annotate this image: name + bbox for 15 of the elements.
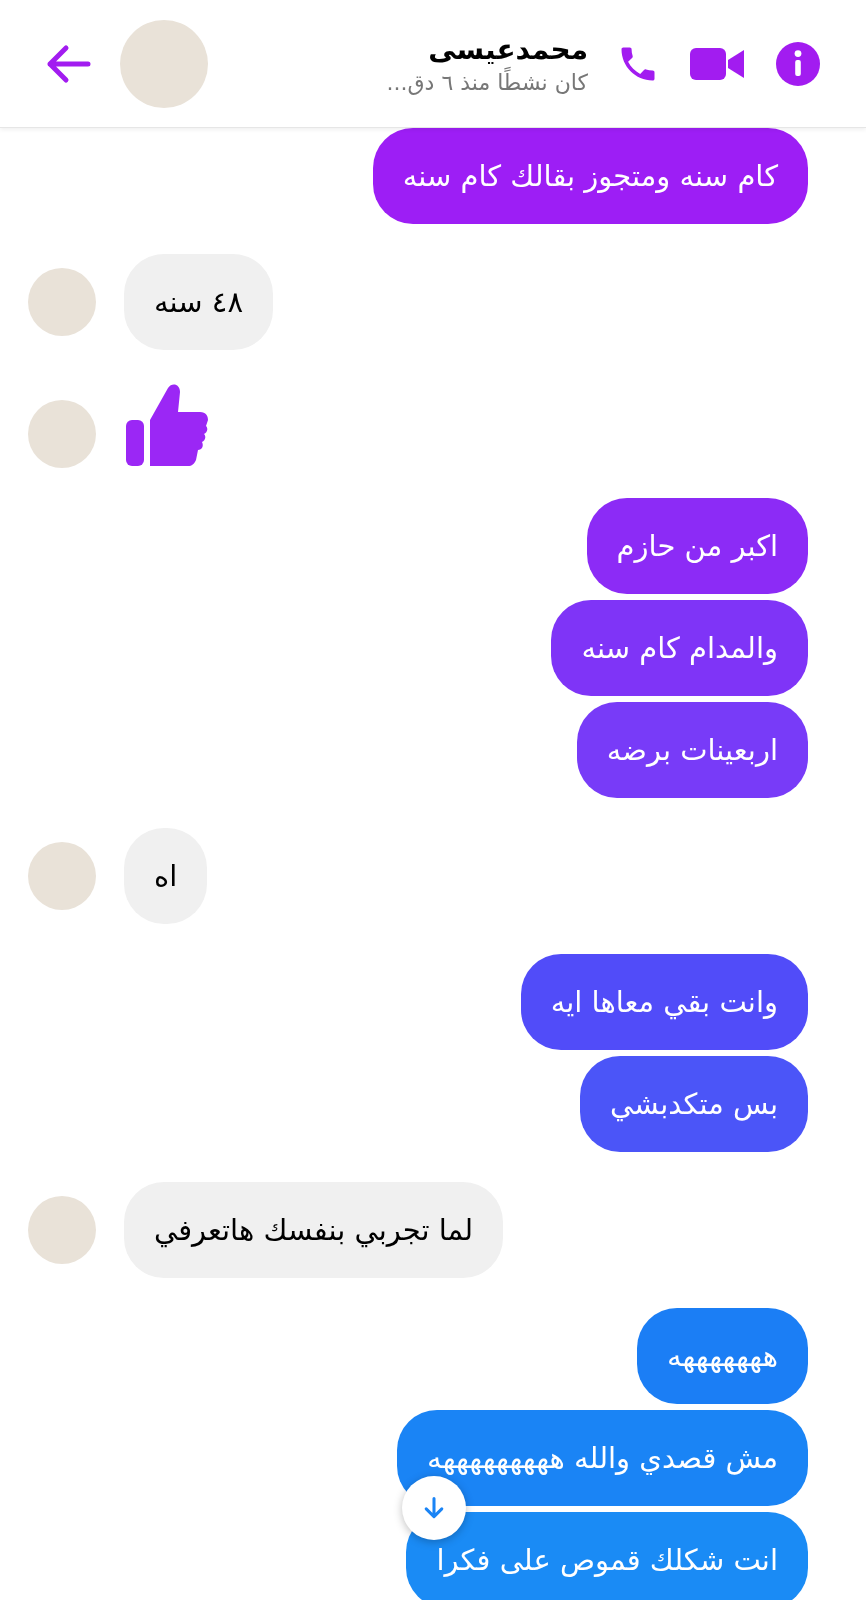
- info-icon[interactable]: [774, 39, 822, 88]
- sent-message[interactable]: اكبر من حازم: [586, 498, 808, 594]
- received-message[interactable]: اه: [124, 828, 208, 924]
- sent-message[interactable]: مش قصدي والله هههههههههه: [397, 1410, 808, 1506]
- sent-message[interactable]: انت شكلك قموص على فكرا: [406, 1512, 808, 1600]
- sent-message[interactable]: هههههههه: [636, 1308, 808, 1404]
- received-message[interactable]: ٤٨ سنه: [124, 254, 273, 350]
- sent-message[interactable]: وانت بقي معاها ايه: [520, 954, 808, 1050]
- sent-message[interactable]: والمدام كام سنه: [551, 600, 808, 696]
- contact-name[interactable]: محمدعيسى: [428, 32, 588, 66]
- sent-message[interactable]: اربعينات برضه: [576, 702, 808, 798]
- active-status: كان نشطًا منذ ٦ دق...: [386, 69, 588, 95]
- sent-message[interactable]: كام سنه ومتجوز بقالك كام سنه: [372, 128, 808, 224]
- sent-message[interactable]: بس متكدبشي: [580, 1056, 808, 1152]
- received-message[interactable]: لما تجربي بنفسك هاتعرفي: [124, 1182, 504, 1278]
